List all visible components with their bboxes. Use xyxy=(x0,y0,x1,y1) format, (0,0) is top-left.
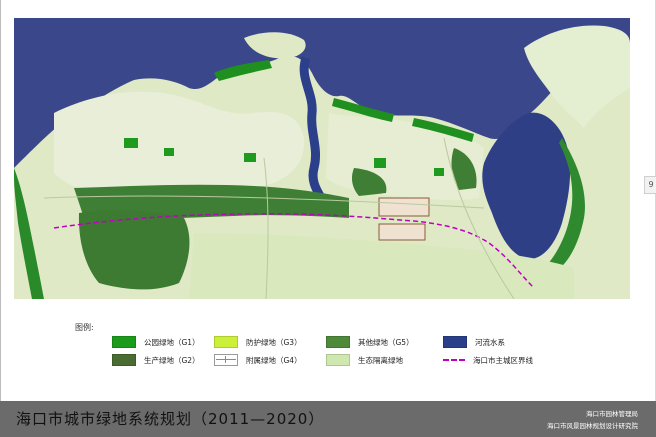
footer-bar: 海口市城市绿地系统规划（2011—2020） 海口市园林管理局 海口市风景园林规… xyxy=(0,401,656,437)
park-block-b xyxy=(164,148,174,156)
legend-item-park-green: 公园绿地（G1） xyxy=(112,336,200,348)
legend-label-park-green: 公园绿地（G1） xyxy=(144,337,200,347)
swatch-river-system xyxy=(443,336,467,348)
park-block-c xyxy=(244,153,256,162)
park-block-a xyxy=(124,138,138,148)
legend-item-city-boundary: 海口市主城区界线 xyxy=(443,354,533,366)
legend-label-other-green: 其他绿地（G5） xyxy=(358,337,414,347)
legend-label-production-green: 生产绿地（G2） xyxy=(144,355,200,365)
swatch-eco-isolation-green xyxy=(326,354,350,366)
legend-item-protective-green: 防护绿地（G3） xyxy=(214,336,302,348)
swatch-attached-green xyxy=(214,354,238,366)
legend-item-attached-green: 附属绿地（G4） xyxy=(214,354,302,366)
legend-label-river-system: 河流水系 xyxy=(475,337,505,347)
park-block-e xyxy=(434,168,444,176)
legend-label-eco-isolation-green: 生态隔离绿地 xyxy=(358,355,403,365)
swatch-other-green xyxy=(326,336,350,348)
legend-item-river-system: 河流水系 xyxy=(443,336,505,348)
org-garden-bureau: 海口市园林管理局 xyxy=(586,410,638,418)
page-side-tab[interactable]: 9 xyxy=(644,176,656,194)
swatch-production-green xyxy=(112,354,136,366)
swatch-protective-green xyxy=(214,336,238,348)
legend-label-attached-green: 附属绿地（G4） xyxy=(246,355,302,365)
legend-item-production-green: 生产绿地（G2） xyxy=(112,354,200,366)
org-design-institute: 海口市风景园林规划设计研究院 xyxy=(547,422,638,430)
dev-plot-2 xyxy=(378,223,426,241)
swatch-park-green xyxy=(112,336,136,348)
legend-label-city-boundary: 海口市主城区界线 xyxy=(473,355,533,365)
map-canvas xyxy=(14,18,630,299)
legend-item-eco-isolation-green: 生态隔离绿地 xyxy=(326,354,403,366)
green-space-map xyxy=(14,18,630,299)
swatch-city-boundary xyxy=(443,355,465,365)
legend-label-protective-green: 防护绿地（G3） xyxy=(246,337,302,347)
page-title: 海口市城市绿地系统规划（2011—2020） xyxy=(16,410,325,428)
dev-plot-1 xyxy=(378,197,430,217)
page-left-edge xyxy=(0,0,1,437)
legend-title: 图例: xyxy=(75,323,94,332)
legend-item-other-green: 其他绿地（G5） xyxy=(326,336,414,348)
park-block-d xyxy=(374,158,386,168)
